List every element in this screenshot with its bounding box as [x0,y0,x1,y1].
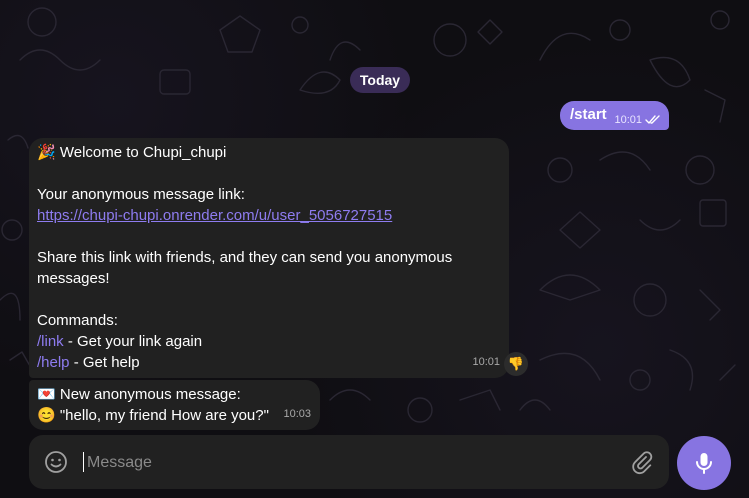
message-line: 🎉 Welcome to Chupi_chupi [37,142,501,163]
share-text-line-2: messages! [37,270,110,287]
thumbs-down-reaction[interactable]: 👎 [504,352,528,376]
text-cursor [83,452,84,472]
message-meta: 10:01 [614,114,661,126]
anonymous-message-heading: New anonymous message: [59,386,241,403]
party-popper-icon: 🎉 [37,144,56,161]
message-line: 💌 New anonymous message: [37,384,312,405]
help-command-desc: - Get help [69,354,140,371]
message-time: 10:03 [283,408,311,420]
commands-heading: Commands: [37,312,118,329]
command-item-link: /link - Get your link again [37,331,501,352]
message-time: 10:01 [614,114,642,126]
anonymous-message-bubble[interactable]: 💌 New anonymous message: 😊 "hello, my fr… [29,380,320,430]
voice-record-button[interactable] [677,436,731,490]
paperclip-icon[interactable] [629,449,655,475]
outgoing-message-text: /start [570,106,607,123]
message-composer [29,435,669,489]
message-time: 10:01 [472,356,500,368]
smiling-face-icon: 😊 [37,407,56,424]
message-input[interactable] [85,449,609,477]
link-command-desc: - Get your link again [63,333,203,350]
love-letter-icon: 💌 [37,386,56,403]
welcome-message-bubble[interactable]: 🎉 Welcome to Chupi_chupi Your anonymous … [29,138,509,378]
outgoing-message-bubble[interactable]: /start 10:01 [560,101,669,130]
message-line: 😊 "hello, my friend How are you?" [37,405,312,426]
double-check-icon [645,115,660,124]
smiley-icon[interactable] [43,449,69,475]
welcome-heading: Welcome to Chupi_chupi [59,144,227,161]
microphone-icon [696,453,712,474]
link-command[interactable]: /link [37,333,64,350]
chat-area: Today /start 10:01 🎉 Welcome to Chupi_ch… [0,0,749,498]
share-text-line-1: Share this link with friends, and they c… [37,249,453,266]
anonymous-link[interactable]: https://chupi-chupi.onrender.com/u/user_… [37,207,392,224]
date-separator: Today [350,67,410,93]
link-intro-text: Your anonymous message link: [37,186,245,203]
anonymous-message-text: "hello, my friend How are you?" [59,407,269,424]
command-item-help: /help - Get help [37,352,501,373]
help-command[interactable]: /help [37,354,70,371]
